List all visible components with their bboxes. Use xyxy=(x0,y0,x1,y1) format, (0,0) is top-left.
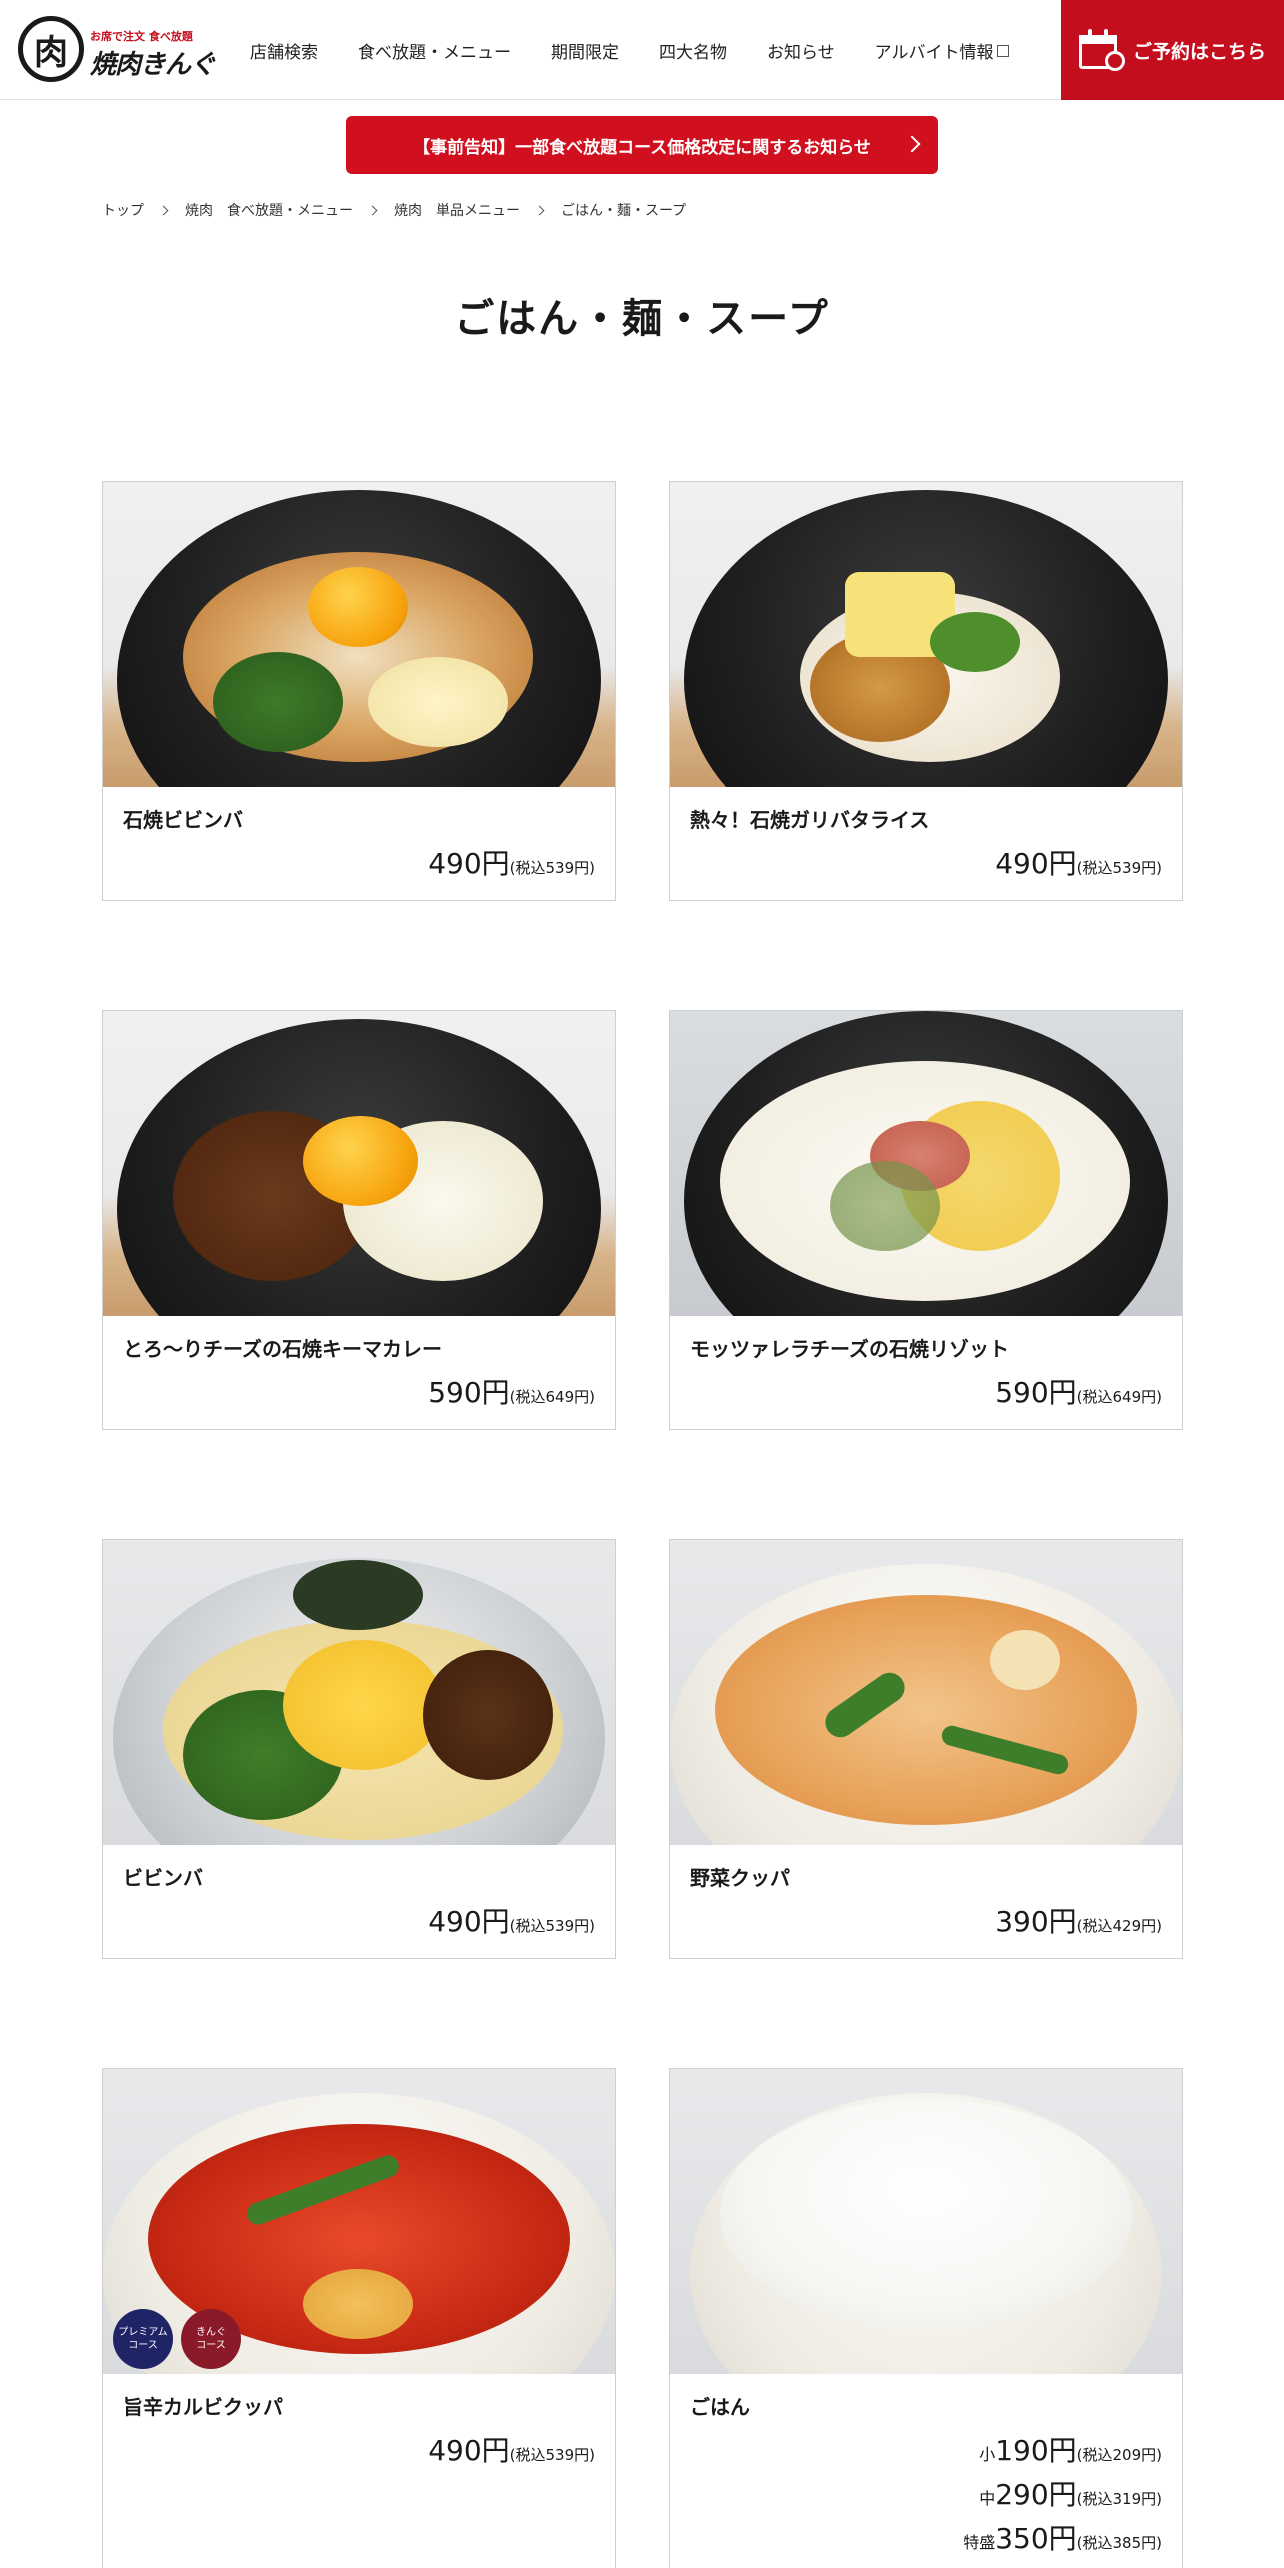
price-value: 490円 xyxy=(995,847,1077,880)
menu-card[interactable]: 野菜クッパ 390円(税込429円) xyxy=(669,1539,1183,1959)
reserve-label: ご予約はこちら xyxy=(1132,40,1266,63)
menu-name: 旨辛カルビクッパ xyxy=(123,2395,283,2419)
breadcrumb-item-menu[interactable]: 焼肉 食べ放題・メニュー xyxy=(185,200,353,220)
menu-card[interactable]: プレミアム コース きんぐ コース 旨辛カルビクッパ 490円(税込539円) xyxy=(102,2068,616,2568)
external-link-icon xyxy=(996,45,1009,57)
logo-brand: 焼肉きんぐ xyxy=(90,50,216,80)
nav-label: 四大名物 xyxy=(659,42,727,63)
price-tax: (税込539円) xyxy=(1076,859,1162,877)
nav-label: アルバイト情報 xyxy=(874,42,994,63)
nav-label: 店舗検索 xyxy=(250,42,318,63)
menu-card[interactable]: ビビンバ 490円(税込539円) xyxy=(102,1539,616,1959)
price-value: 590円 xyxy=(428,1376,510,1409)
price-value: 490円 xyxy=(428,1905,510,1938)
logo-tagline: お席で注文 食べ放題 xyxy=(90,30,193,43)
breadcrumb-item-top[interactable]: トップ xyxy=(102,200,144,220)
reserve-button[interactable]: ご予約はこちら xyxy=(1061,0,1284,100)
price-tax: (税込539円) xyxy=(509,2446,595,2464)
menu-card[interactable]: 石焼ビビンバ 490円(税込539円) xyxy=(102,481,616,901)
chevron-right-icon xyxy=(367,205,378,215)
nav-recruit[interactable]: アルバイト情報 xyxy=(875,38,1009,63)
menu-card[interactable]: ごはん 小190円(税込209円) 中290円(税込319円) 特盛350円(税… xyxy=(669,2068,1183,2568)
menu-price: 490円(税込539円) xyxy=(995,842,1162,882)
breadcrumb-item-current: ごはん・麺・スープ xyxy=(561,203,687,219)
nav-menu[interactable]: 食べ放題・メニュー xyxy=(358,38,511,63)
menu-price: 590円(税込649円) xyxy=(428,1371,595,1411)
price-tax: (税込649円) xyxy=(1076,1388,1162,1406)
price-value: 490円 xyxy=(428,2434,510,2467)
menu-card[interactable]: とろ〜りチーズの石焼キーマカレー 590円(税込649円) xyxy=(102,1010,616,1430)
menu-photo xyxy=(670,482,1182,787)
price-value: 590円 xyxy=(995,1376,1077,1409)
price-tax: (税込429円) xyxy=(1076,1917,1162,1935)
nav-label: 期間限定 xyxy=(551,42,619,63)
king-course-badge: きんぐ コース xyxy=(181,2309,241,2369)
menu-photo xyxy=(103,1540,615,1845)
menu-price: 390円(税込429円) xyxy=(995,1900,1162,1940)
menu-name: ビビンバ xyxy=(123,1866,203,1890)
nav-store-search[interactable]: 店舗検索 xyxy=(250,38,318,63)
logo-seal: 肉 xyxy=(18,16,84,82)
breadcrumb: トップ 焼肉 食べ放題・メニュー 焼肉 単品メニュー ごはん・麺・スープ xyxy=(102,200,686,220)
chevron-right-icon xyxy=(158,205,169,215)
nav-specialties[interactable]: 四大名物 xyxy=(659,38,727,63)
chevron-right-icon xyxy=(534,205,545,215)
breadcrumb-item-single-menu[interactable]: 焼肉 単品メニュー xyxy=(394,200,520,220)
price-tax: (税込209円) xyxy=(1076,2446,1162,2464)
price-value: 290円 xyxy=(995,2478,1077,2511)
price-value: 190円 xyxy=(995,2434,1077,2467)
nav-label: 食べ放題・メニュー xyxy=(358,42,511,63)
menu-photo xyxy=(670,1011,1182,1316)
price-tax: (税込539円) xyxy=(509,1917,595,1935)
premium-course-badge: プレミアム コース xyxy=(113,2309,173,2369)
nav-news[interactable]: お知らせ xyxy=(767,38,835,63)
price-tax: (税込385円) xyxy=(1076,2534,1162,2552)
menu-name: とろ〜りチーズの石焼キーマカレー xyxy=(123,1337,442,1361)
menu-price-small: 小190円(税込209円) xyxy=(979,2429,1162,2469)
price-size: 小 xyxy=(979,2445,996,2464)
menu-photo xyxy=(103,1011,615,1316)
menu-name: 熱々！石焼ガリバタライス xyxy=(690,808,930,832)
price-size: 中 xyxy=(979,2489,996,2508)
notice-label: 【事前告知】一部食べ放題コース価格改定に関するお知らせ xyxy=(413,137,871,158)
menu-photo xyxy=(103,482,615,787)
price-tax: (税込319円) xyxy=(1076,2490,1162,2508)
menu-name: 石焼ビビンバ xyxy=(123,808,243,832)
price-tax: (税込649円) xyxy=(509,1388,595,1406)
menu-price: 590円(税込649円) xyxy=(995,1371,1162,1411)
menu-price: 490円(税込539円) xyxy=(428,842,595,882)
menu-name: 野菜クッパ xyxy=(690,1866,790,1890)
menu-price: 490円(税込539円) xyxy=(428,1900,595,1940)
menu-card[interactable]: 熱々！石焼ガリバタライス 490円(税込539円) xyxy=(669,481,1183,901)
badge-label: きんぐ コース xyxy=(196,2327,226,2351)
global-nav: 店舗検索 食べ放題・メニュー 期間限定 四大名物 お知らせ アルバイト情報 xyxy=(230,0,1029,100)
site-header: 肉 お席で注文 食べ放題 焼肉きんぐ 店舗検索 食べ放題・メニュー 期間限定 四… xyxy=(0,0,1284,100)
menu-photo xyxy=(670,2069,1182,2374)
menu-card[interactable]: モッツァレラチーズの石焼リゾット 590円(税込649円) xyxy=(669,1010,1183,1430)
badge-label: プレミアム コース xyxy=(118,2327,168,2351)
menu-price: 490円(税込539円) xyxy=(428,2429,595,2469)
notice-banner[interactable]: 【事前告知】一部食べ放題コース価格改定に関するお知らせ xyxy=(346,116,938,174)
menu-photo: プレミアム コース きんぐ コース xyxy=(103,2069,615,2374)
menu-price-medium: 中290円(税込319円) xyxy=(979,2473,1162,2513)
price-value: 390円 xyxy=(995,1905,1077,1938)
menu-price-large: 特盛350円(税込385円) xyxy=(963,2517,1162,2557)
price-tax: (税込539円) xyxy=(509,859,595,877)
chevron-right-icon xyxy=(903,135,921,153)
calendar-icon xyxy=(1078,29,1125,71)
nav-limited[interactable]: 期間限定 xyxy=(551,38,619,63)
menu-photo xyxy=(670,1540,1182,1845)
menu-name: ごはん xyxy=(690,2395,750,2419)
nav-label: お知らせ xyxy=(767,42,835,63)
price-value: 350円 xyxy=(995,2522,1077,2555)
price-value: 490円 xyxy=(428,847,510,880)
price-size: 特盛 xyxy=(963,2533,996,2552)
page-title: ごはん・麺・スープ xyxy=(454,296,830,342)
site-logo[interactable]: 肉 お席で注文 食べ放題 焼肉きんぐ xyxy=(18,14,216,86)
menu-name: モッツァレラチーズの石焼リゾット xyxy=(690,1337,1009,1361)
